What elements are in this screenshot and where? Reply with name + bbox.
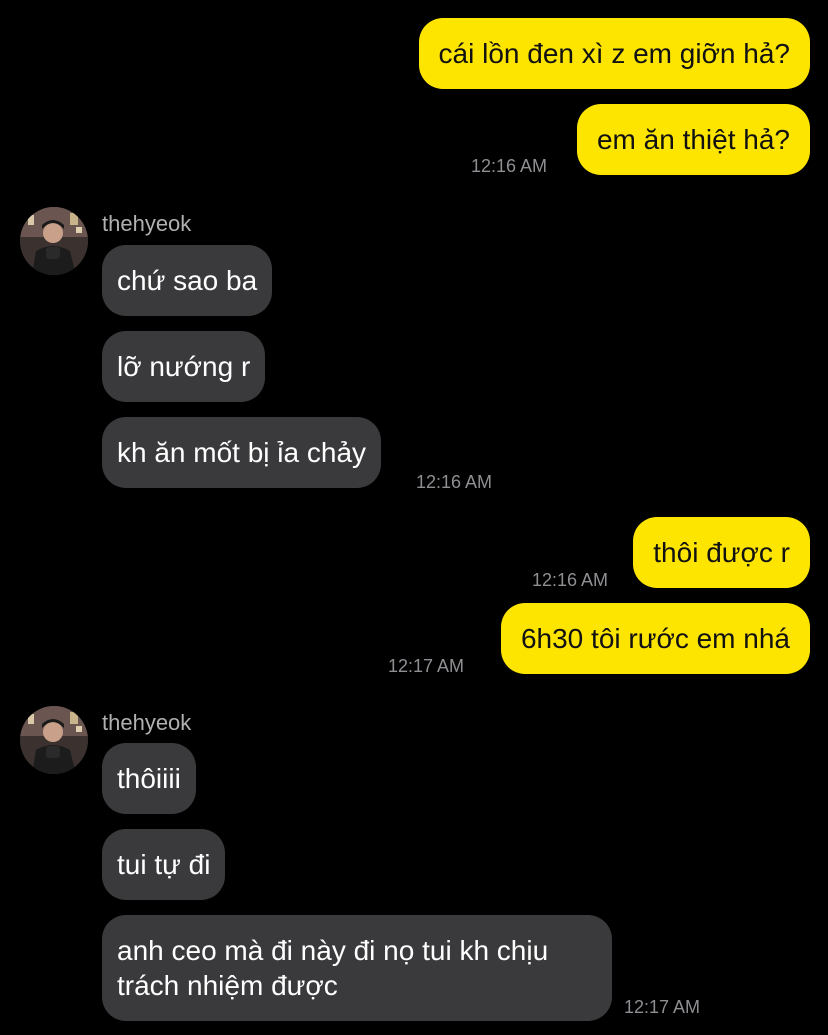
- message-timestamp: 12:17 AM: [624, 997, 701, 1017]
- incoming-message-bubble[interactable]: anh ceo mà đi này đi nọ tui kh chịu trác…: [102, 915, 612, 1021]
- message-timestamp: 12:17 AM: [387, 656, 464, 676]
- message-timestamp: 12:16 AM: [531, 570, 608, 590]
- sender-name[interactable]: thehyeok: [102, 211, 191, 237]
- outgoing-message-bubble[interactable]: 6h30 tôi rước em nhá: [500, 603, 810, 674]
- incoming-message-bubble[interactable]: lỡ nướng r: [102, 331, 266, 402]
- incoming-message-bubble[interactable]: chứ sao ba: [102, 245, 273, 316]
- outgoing-message-bubble[interactable]: em ăn thiệt hả?: [576, 104, 810, 175]
- avatar[interactable]: [20, 706, 88, 774]
- incoming-message-bubble[interactable]: kh ăn mốt bị ỉa chảy: [102, 417, 382, 488]
- person-photo-icon: [20, 706, 88, 774]
- incoming-message-bubble[interactable]: tui tự đi: [102, 829, 226, 900]
- outgoing-message-bubble[interactable]: cái lồn đen xì z em giỡn hả?: [418, 18, 810, 89]
- sender-name[interactable]: thehyeok: [102, 710, 191, 736]
- incoming-message-bubble[interactable]: thôiiii: [102, 743, 196, 814]
- message-timestamp: 12:16 AM: [416, 472, 493, 492]
- avatar[interactable]: [20, 207, 88, 275]
- person-photo-icon: [20, 207, 88, 275]
- message-timestamp: 12:16 AM: [470, 156, 547, 176]
- outgoing-message-bubble[interactable]: thôi được r: [633, 517, 810, 588]
